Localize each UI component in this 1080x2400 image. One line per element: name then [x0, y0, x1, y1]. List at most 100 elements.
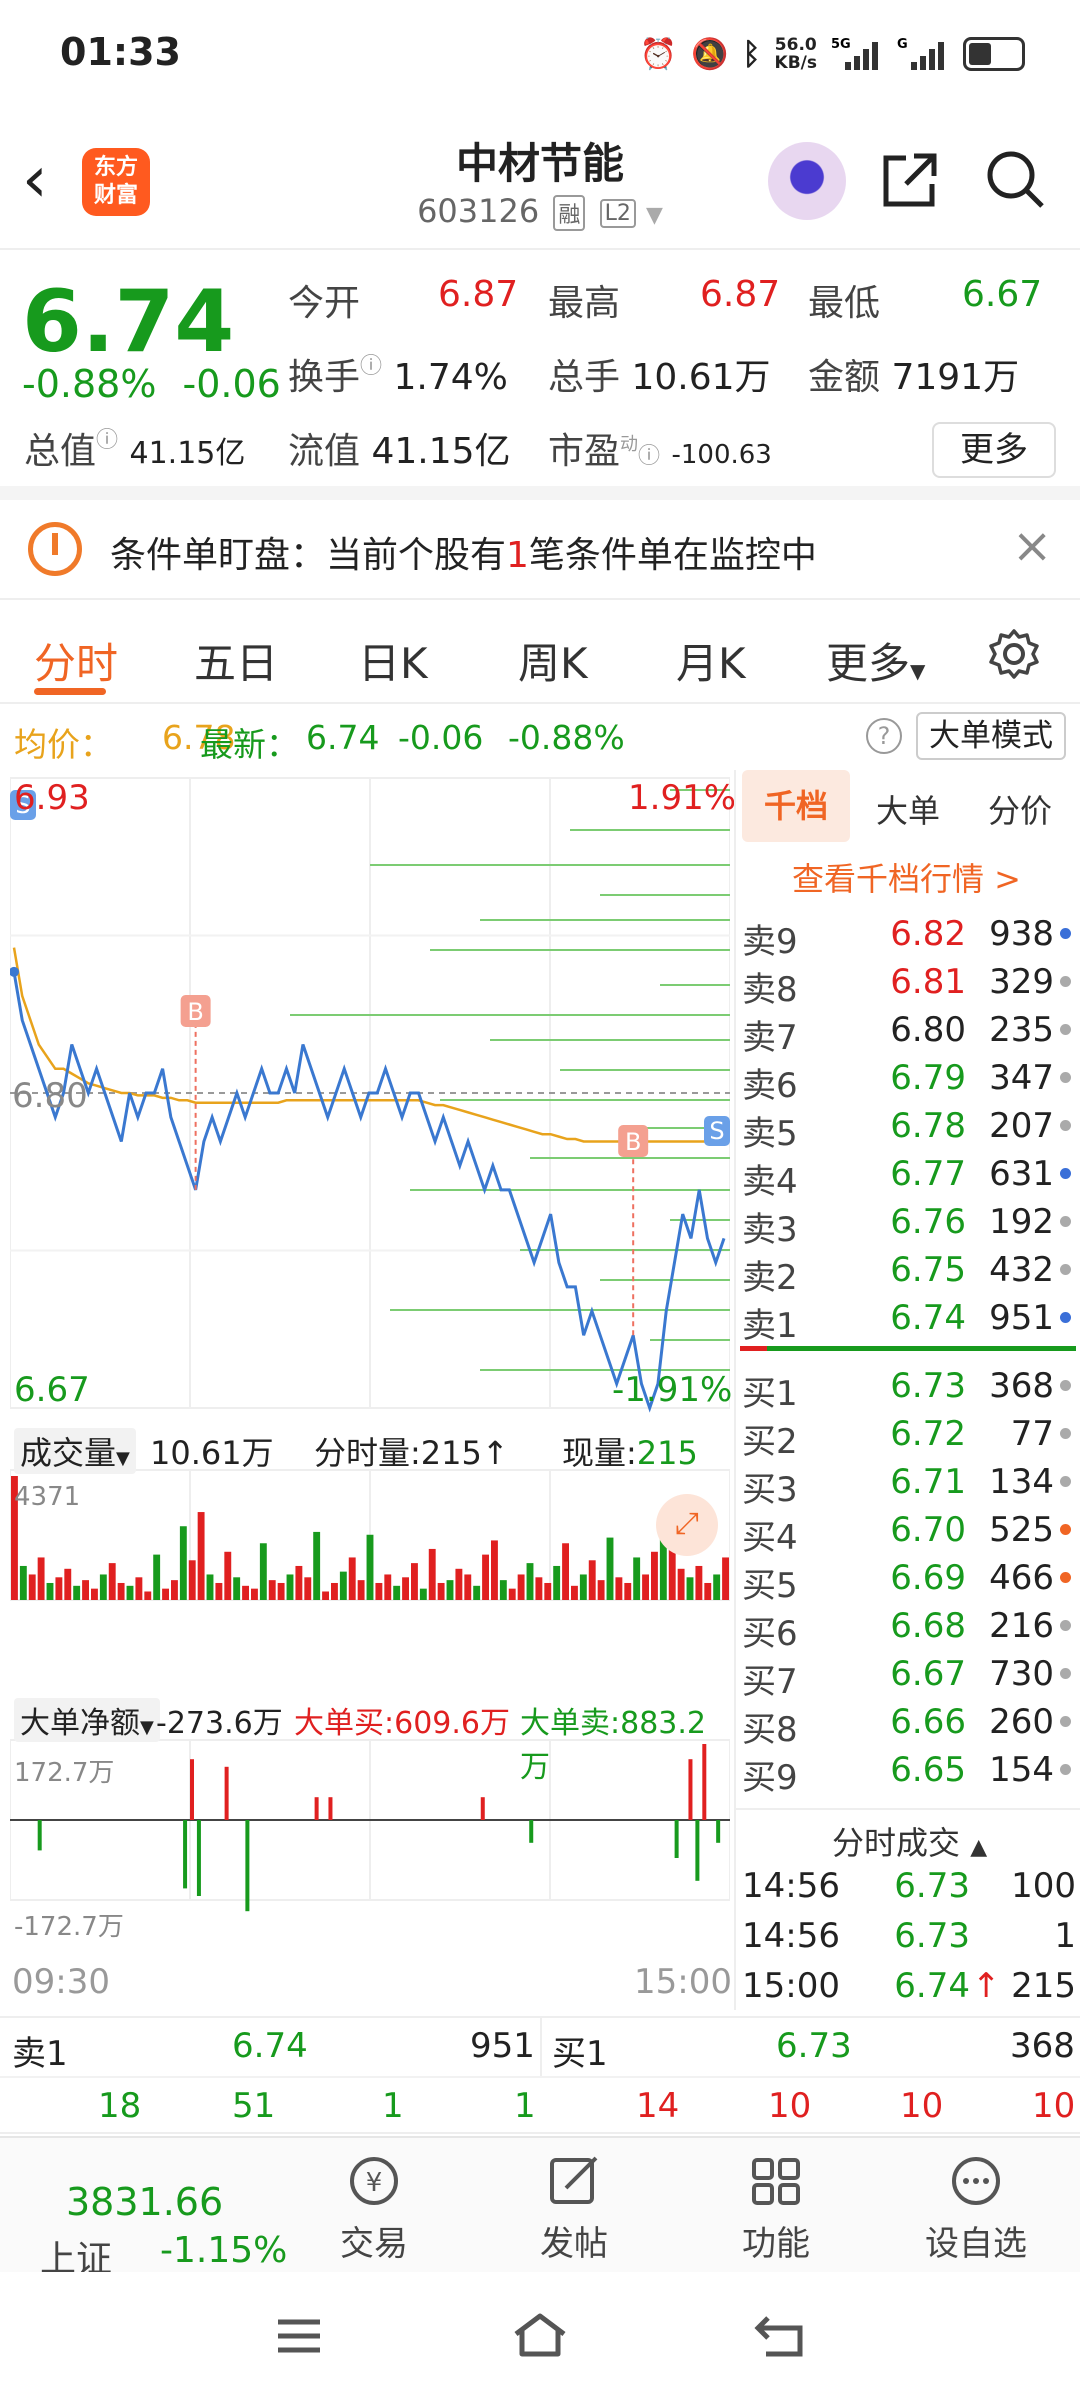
volume-bar	[126, 1585, 134, 1600]
volume-bar	[64, 1568, 72, 1600]
order-level-row[interactable]: 卖5 6.78 207	[736, 1102, 1080, 1154]
high-label: 最高	[548, 283, 621, 324]
pct-low-label: -1.91%	[612, 1370, 733, 1410]
volume-bar	[464, 1574, 472, 1600]
order-level-row[interactable]: 卖4 6.77 631	[736, 1150, 1080, 1202]
more-stats-button[interactable]: 更多	[932, 422, 1056, 478]
tick-trades: 分时成交 ▲ 14:56 6.73 100 14:56 6.73 1 15:00 6.74 ↑ 2…	[736, 1808, 1080, 2010]
active-tab-indicator	[34, 688, 106, 695]
level-price: 6.78	[890, 1106, 966, 1146]
expand-icon[interactable]: ⤢	[656, 1494, 718, 1556]
level-price: 6.72	[890, 1414, 966, 1454]
view-depth-link[interactable]: 查看千档行情 >	[792, 854, 1021, 900]
level-volume: 432	[989, 1250, 1054, 1290]
tab-monthly-k[interactable]: 月K	[676, 630, 746, 691]
share-icon[interactable]	[880, 150, 940, 210]
level-label: 买7	[742, 1662, 798, 1702]
order-level-row[interactable]: 买3 6.71 134	[736, 1458, 1080, 1510]
status-icons: ⏰ 🔕 ᛒ 56.0 KB/s 5G G	[640, 32, 1025, 76]
volume-bar	[384, 1574, 392, 1600]
volume-bar	[722, 1557, 729, 1600]
level-dot	[1060, 1668, 1071, 1679]
volume-bar	[251, 1588, 258, 1600]
order-level-row[interactable]: 卖9 6.82 938	[736, 910, 1080, 962]
last-price: 6.74	[22, 272, 235, 372]
volume-bar	[99, 1574, 107, 1600]
tab-weekly-k[interactable]: 周K	[518, 630, 588, 691]
order-level-row[interactable]: 买2 6.72 77	[736, 1410, 1080, 1462]
ai-assistant-icon[interactable]	[768, 142, 846, 220]
order-book: 千档 大单 分价 查看千档行情 > 卖9 6.82 938 卖8 6.81 329 卖7 6.…	[734, 770, 1080, 2010]
volume-bar	[544, 1582, 552, 1600]
tab-big-orders[interactable]: 大单	[876, 786, 940, 832]
trade-price: 6.74	[894, 1966, 970, 2006]
trade-icon: ¥	[350, 2157, 398, 2205]
tick-volume: 分时量:215↑	[314, 1434, 509, 1472]
trade-volume: 100	[1011, 1866, 1076, 1906]
info-icon[interactable]: ⓘ	[360, 354, 382, 379]
nav-post[interactable]: 发帖	[504, 2152, 644, 2265]
condition-order-banner[interactable]: 条件单盯盘：当前个股有1笔条件单在监控中 ×	[0, 500, 1080, 600]
order-level-row[interactable]: 买8 6.66 260	[736, 1698, 1080, 1750]
volume-indicator-selector[interactable]: 成交量▼	[14, 1428, 136, 1474]
menu-icon[interactable]	[274, 2316, 324, 2356]
order-level-row[interactable]: 卖2 6.75 432	[736, 1246, 1080, 1298]
netflow-indicator-selector[interactable]: 大单净额▼	[14, 1698, 160, 1742]
big-order-mode-button[interactable]: 大单模式	[916, 712, 1066, 760]
volume-bar	[313, 1531, 321, 1600]
search-icon[interactable]	[984, 148, 1046, 210]
tab-daily-k[interactable]: 日K	[358, 630, 428, 691]
level-dot	[1060, 1476, 1071, 1487]
tab-depth[interactable]: 千档	[742, 770, 850, 842]
netflow-bar	[480, 1797, 485, 1820]
net-speed: 56.0 KB/s	[774, 35, 817, 73]
nav-add-watchlist[interactable]: 设自选	[906, 2152, 1046, 2265]
tick-trades-title[interactable]: 分时成交 ▲	[832, 1818, 987, 1864]
netflow-bar	[183, 1820, 188, 1889]
pe-stat: 市盈动ⓘ -100.63	[548, 431, 772, 472]
order-level-row[interactable]: 卖1 6.74 951	[736, 1294, 1080, 1346]
tab-intraday[interactable]: 分时	[34, 630, 118, 691]
order-level-row[interactable]: 卖3 6.76 192	[736, 1198, 1080, 1250]
trade-time: 14:56	[742, 1866, 840, 1906]
nav-trade[interactable]: ¥ 交易	[304, 2152, 444, 2265]
big-buy: 大单买:609.6万	[294, 1706, 510, 1741]
volume-bar	[46, 1582, 54, 1600]
pct-high-label: 1.91%	[628, 778, 737, 818]
order-level-row[interactable]: 买5 6.69 466	[736, 1554, 1080, 1606]
order-level-row[interactable]: 买4 6.70 525	[736, 1506, 1080, 1558]
nav-functions[interactable]: 功能	[706, 2152, 846, 2265]
tick-trade-row: 14:56 6.73 1	[736, 1912, 1080, 1960]
tab-more[interactable]: 更多▼	[826, 630, 925, 691]
home-icon[interactable]	[510, 2310, 570, 2360]
buy-marker-label: B	[187, 998, 203, 1026]
index-value: 3831.66	[66, 2180, 224, 2224]
order-level-row[interactable]: 买7 6.67 730	[736, 1650, 1080, 1702]
gear-icon[interactable]	[988, 628, 1040, 680]
level-volume: 329	[989, 962, 1054, 1002]
netflow-header: 大单净额▼ -273.6万 大单买:609.6万 大单卖:883.2万	[10, 1694, 730, 1785]
help-icon[interactable]: ?	[866, 718, 902, 754]
volume-bar	[588, 1560, 596, 1600]
price-high-label: 6.93	[14, 778, 90, 818]
order-level-row[interactable]: 卖7 6.80 235	[736, 1006, 1080, 1058]
monitor-icon	[28, 522, 82, 576]
order-level-row[interactable]: 卖8 6.81 329	[736, 958, 1080, 1010]
tab-five-day[interactable]: 五日	[194, 630, 278, 691]
close-icon[interactable]: ×	[1012, 518, 1052, 574]
level-label: 买2	[742, 1422, 798, 1462]
info-icon[interactable]: ⓘ	[638, 444, 660, 469]
volume-bar	[259, 1543, 267, 1600]
order-level-row[interactable]: 卖6 6.79 347	[736, 1054, 1080, 1106]
return-icon[interactable]	[752, 2310, 808, 2360]
trade-time: 14:56	[742, 1916, 840, 1956]
level-price: 6.80	[890, 1010, 966, 1050]
level-price: 6.73	[890, 1366, 966, 1406]
order-level-row[interactable]: 买9 6.65 154	[736, 1746, 1080, 1798]
order-level-row[interactable]: 买1 6.73 368	[736, 1362, 1080, 1414]
order-level-row[interactable]: 买6 6.68 216	[736, 1602, 1080, 1654]
signal-icon-2: G	[897, 37, 944, 70]
info-icon[interactable]: ⓘ	[96, 428, 118, 453]
tab-price-dist[interactable]: 分价	[988, 786, 1052, 832]
volume-bar	[348, 1557, 356, 1600]
